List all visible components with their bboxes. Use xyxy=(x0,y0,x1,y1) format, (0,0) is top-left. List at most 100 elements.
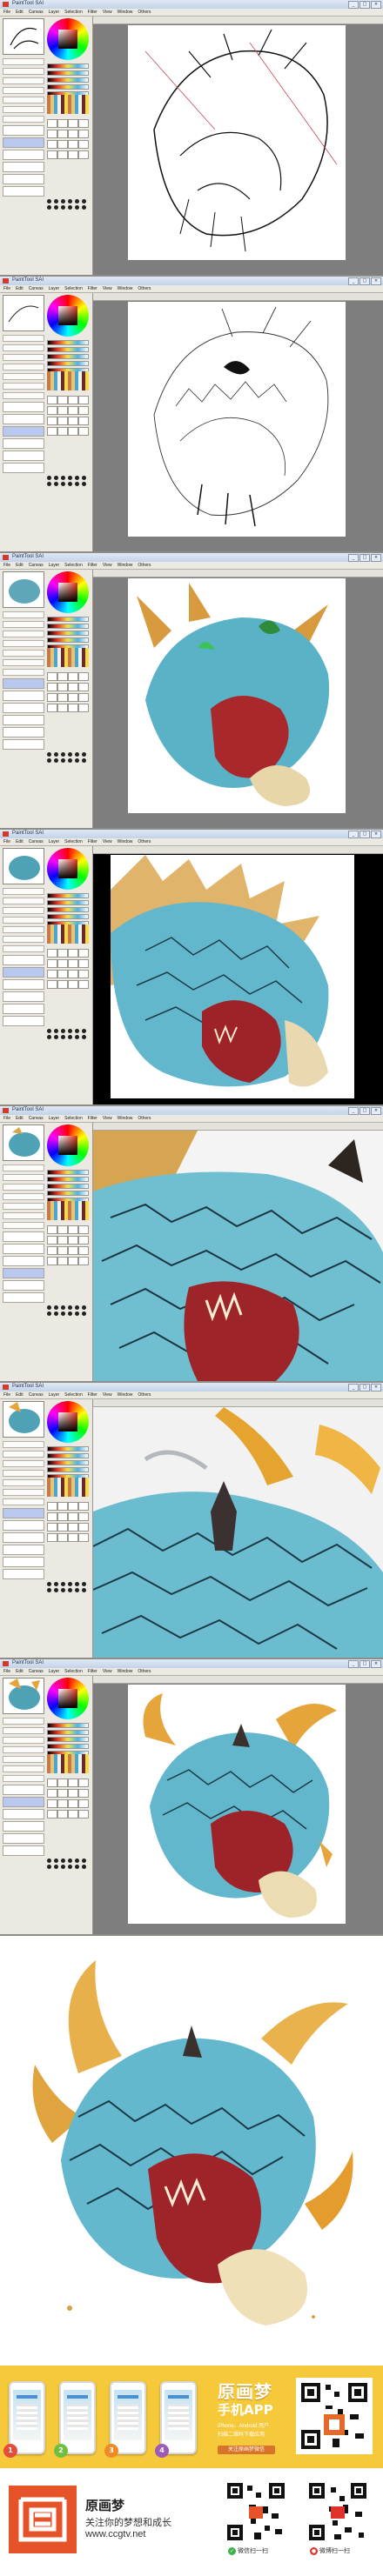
layer-list[interactable] xyxy=(3,402,44,475)
maximize-button[interactable]: □ xyxy=(359,277,370,285)
menu-canvas[interactable]: Canvas xyxy=(29,1115,44,1122)
layer-settings-panel[interactable] xyxy=(3,58,44,135)
menu-filter[interactable]: Filter xyxy=(88,9,97,16)
menu-window[interactable]: Window xyxy=(118,838,133,845)
maximize-button[interactable]: □ xyxy=(359,831,370,838)
menu-selection[interactable]: Selection xyxy=(64,1391,83,1398)
canvas-area[interactable] xyxy=(93,17,383,275)
app-download-qr-code[interactable] xyxy=(296,2378,373,2454)
menu-file[interactable]: File xyxy=(3,838,10,845)
menu-others[interactable]: Others xyxy=(138,285,151,292)
swatch-palette[interactable] xyxy=(47,95,89,114)
menu-others[interactable]: Others xyxy=(138,1391,151,1398)
canvas-area[interactable] xyxy=(93,1676,383,1934)
maximize-button[interactable]: □ xyxy=(359,1,370,9)
menu-canvas[interactable]: Canvas xyxy=(29,838,44,845)
maximize-button[interactable]: □ xyxy=(359,1107,370,1115)
maximize-button[interactable]: □ xyxy=(359,1384,370,1391)
menu-selection[interactable]: Selection xyxy=(64,1668,83,1675)
weibo-qr-code[interactable] xyxy=(305,2479,371,2545)
menu-window[interactable]: Window xyxy=(118,1115,133,1122)
menu-file[interactable]: File xyxy=(3,562,10,569)
navigator-thumbnail[interactable] xyxy=(3,295,44,331)
tool-buttons[interactable] xyxy=(47,1779,89,1819)
close-button[interactable]: × xyxy=(371,277,381,285)
menu-filter[interactable]: Filter xyxy=(88,562,97,569)
minimize-button[interactable]: _ xyxy=(348,554,359,562)
layer-list[interactable] xyxy=(3,1785,44,1858)
swatch-palette[interactable] xyxy=(47,648,89,667)
navigator-thumbnail[interactable] xyxy=(3,571,44,608)
menu-layer[interactable]: Layer xyxy=(49,9,60,16)
menu-others[interactable]: Others xyxy=(138,1115,151,1122)
menu-edit[interactable]: Edit xyxy=(16,1115,24,1122)
menu-edit[interactable]: Edit xyxy=(16,9,24,16)
tool-buttons[interactable] xyxy=(47,672,89,712)
menu-layer[interactable]: Layer xyxy=(49,562,60,569)
swatch-palette[interactable] xyxy=(47,1754,89,1773)
color-sliders[interactable] xyxy=(47,617,89,651)
menu-view[interactable]: View xyxy=(103,9,112,16)
maximize-button[interactable]: □ xyxy=(359,554,370,562)
color-wheel[interactable] xyxy=(47,848,89,890)
menu-others[interactable]: Others xyxy=(138,1668,151,1675)
menu-selection[interactable]: Selection xyxy=(64,562,83,569)
menu-file[interactable]: File xyxy=(3,1668,10,1675)
menu-window[interactable]: Window xyxy=(118,1668,133,1675)
canvas-area[interactable] xyxy=(93,1399,383,1658)
menu-window[interactable]: Window xyxy=(118,9,133,16)
menu-edit[interactable]: Edit xyxy=(16,562,24,569)
navigator-thumbnail[interactable] xyxy=(3,848,44,884)
color-sliders[interactable] xyxy=(47,1723,89,1758)
layer-settings-panel[interactable] xyxy=(3,888,44,964)
menu-filter[interactable]: Filter xyxy=(88,838,97,845)
menu-selection[interactable]: Selection xyxy=(64,9,83,16)
menu-canvas[interactable]: Canvas xyxy=(29,285,44,292)
minimize-button[interactable]: _ xyxy=(348,1660,359,1668)
color-wheel[interactable] xyxy=(47,571,89,613)
menu-selection[interactable]: Selection xyxy=(64,1115,83,1122)
menu-window[interactable]: Window xyxy=(118,285,133,292)
layer-settings-panel[interactable] xyxy=(3,1718,44,1794)
navigator-thumbnail[interactable] xyxy=(3,1124,44,1161)
menu-window[interactable]: Window xyxy=(118,1391,133,1398)
menu-layer[interactable]: Layer xyxy=(49,1391,60,1398)
menu-layer[interactable]: Layer xyxy=(49,838,60,845)
menu-canvas[interactable]: Canvas xyxy=(29,562,44,569)
color-sliders[interactable] xyxy=(47,63,89,98)
minimize-button[interactable]: _ xyxy=(348,1107,359,1115)
layer-settings-panel[interactable] xyxy=(3,335,44,411)
menu-others[interactable]: Others xyxy=(138,562,151,569)
brush-size-dots[interactable] xyxy=(47,1582,89,1592)
canvas-area[interactable] xyxy=(93,846,383,1104)
brush-size-dots[interactable] xyxy=(47,1305,89,1316)
navigator-thumbnail[interactable] xyxy=(3,1401,44,1438)
close-button[interactable]: × xyxy=(371,1107,381,1115)
color-wheel[interactable] xyxy=(47,1401,89,1443)
menu-view[interactable]: View xyxy=(103,1115,112,1122)
menu-layer[interactable]: Layer xyxy=(49,1668,60,1675)
menu-selection[interactable]: Selection xyxy=(64,838,83,845)
menu-canvas[interactable]: Canvas xyxy=(29,9,44,16)
brush-size-dots[interactable] xyxy=(47,1859,89,1869)
color-sliders[interactable] xyxy=(47,1446,89,1481)
menu-others[interactable]: Others xyxy=(138,9,151,16)
menu-canvas[interactable]: Canvas xyxy=(29,1391,44,1398)
color-sliders[interactable] xyxy=(47,1170,89,1205)
menu-file[interactable]: File xyxy=(3,1115,10,1122)
layer-list[interactable] xyxy=(3,955,44,1028)
menu-filter[interactable]: Filter xyxy=(88,1668,97,1675)
menu-view[interactable]: View xyxy=(103,1391,112,1398)
menu-window[interactable]: Window xyxy=(118,562,133,569)
layer-list[interactable] xyxy=(3,125,44,198)
maximize-button[interactable]: □ xyxy=(359,1660,370,1668)
close-button[interactable]: × xyxy=(371,1,381,9)
menu-file[interactable]: File xyxy=(3,9,10,16)
color-wheel[interactable] xyxy=(47,1124,89,1166)
menu-edit[interactable]: Edit xyxy=(16,838,24,845)
close-button[interactable]: × xyxy=(371,831,381,838)
menu-view[interactable]: View xyxy=(103,1668,112,1675)
menu-layer[interactable]: Layer xyxy=(49,1115,60,1122)
color-wheel[interactable] xyxy=(47,18,89,60)
swatch-palette[interactable] xyxy=(47,1201,89,1220)
